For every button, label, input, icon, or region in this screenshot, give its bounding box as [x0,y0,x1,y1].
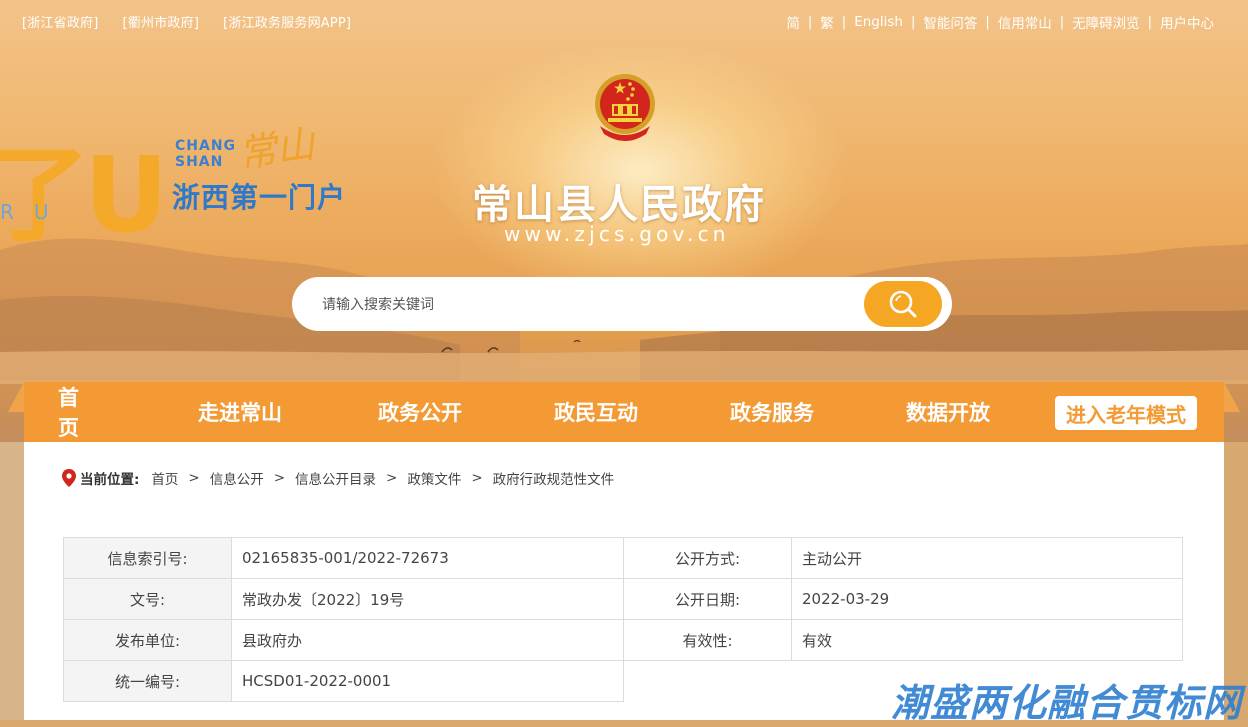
brand-slogan: 浙西第一门户 [172,181,347,214]
divider: | [985,14,990,30]
info-key-unified-number: 统一编号: [63,660,232,702]
breadcrumb-separator: > [273,470,286,486]
info-value-unified-number: HCSD01-2022-0001 [231,660,624,702]
info-value-index: 02165835-001/2022-72673 [231,537,624,579]
info-key-issuer: 发布单位: [63,619,232,661]
info-value-issuer: 县政府办 [231,619,624,661]
breadcrumb: 当前位置: 首页 > 信息公开 > 信息公开目录 > 政策文件 > 政府行政规范… [62,468,614,488]
location-pin-icon [62,469,76,487]
nav-item-about-changshan[interactable]: 走进常山 [148,382,332,442]
breadcrumb-separator: > [471,470,483,486]
breadcrumb-separator: > [188,470,200,486]
brand-sub-letters: RU [0,200,69,224]
birds-decoration [441,340,581,353]
info-key-publish-mode: 公开方式: [623,537,792,579]
top-link-user-center[interactable]: 用户中心 [1160,12,1214,32]
info-value-doc-number: 常政办发〔2022〕19号 [231,578,624,620]
top-link-zhejiang-app[interactable]: [浙江政务服务网APP] [223,12,351,31]
main-nav: 首页 走进常山 政务公开 政民互动 政务服务 数据开放 [24,382,1224,442]
brand-letters: 了U [0,134,168,256]
info-value-publish-date: 2022-03-29 [791,578,1183,620]
info-value-validity: 有效 [791,619,1183,661]
nav-item-home[interactable]: 首页 [24,382,148,442]
nav-item-government-services[interactable]: 政务服务 [684,382,860,442]
breadcrumb-item-home[interactable]: 首页 [151,468,178,488]
table-row: 发布单位: 县政府办 有效性: 有效 [63,619,1183,661]
search-bar [292,277,952,331]
divider: | [841,14,847,30]
table-row: 文号: 常政办发〔2022〕19号 公开日期: 2022-03-29 [63,578,1183,620]
elder-mode-button[interactable]: 进入老年模式 [1055,396,1197,430]
divider: | [1147,14,1152,30]
info-key-publish-date: 公开日期: [623,578,792,620]
top-bar: [浙江省政府] [衢州市政府] [浙江政务服务网APP] 简 | 繁 | Eng… [0,0,1248,40]
breadcrumb-item-policy-docs[interactable]: 政策文件 [407,468,461,488]
nav-item-government-affairs-open[interactable]: 政务公开 [332,382,508,442]
top-link-zhejiang-gov[interactable]: [浙江省政府] [22,12,99,31]
brand-calligraphy: 常山 [235,121,318,177]
breadcrumb-item-normative-docs[interactable]: 政府行政规范性文件 [493,468,615,488]
national-emblem-icon [590,68,660,148]
site-url: www.zjcs.gov.cn [504,222,730,246]
top-link-traditional[interactable]: 繁 [820,12,834,32]
brand-chang-shan: CHANG SHAN [175,138,237,170]
divider: | [910,14,916,30]
search-input[interactable] [320,292,844,318]
info-key-doc-number: 文号: [63,578,232,620]
search-button[interactable] [864,281,942,327]
nav-item-open-data[interactable]: 数据开放 [860,382,1036,442]
breadcrumb-item-info-catalog[interactable]: 信息公开目录 [295,468,376,488]
divider: | [807,14,813,30]
nav-corner-left [8,382,24,412]
top-left-links: [浙江省政府] [衢州市政府] [浙江政务服务网APP] [22,12,351,31]
breadcrumb-separator: > [386,470,398,486]
info-value-publish-mode: 主动公开 [791,537,1183,579]
table-row: 信息索引号: 02165835-001/2022-72673 公开方式: 主动公… [63,537,1183,579]
watermark: 潮盛两化融合贯标网 [890,681,1242,725]
top-right-links: 简 | 繁 | English | 智能问答 | 信用常山 | 无障碍浏览 | … [786,12,1214,32]
top-link-english[interactable]: English [854,14,903,30]
top-link-credit[interactable]: 信用常山 [998,12,1052,32]
divider: | [1059,14,1065,30]
info-key-validity: 有效性: [623,619,792,661]
nav-item-public-interaction[interactable]: 政民互动 [508,382,684,442]
top-link-quzhou-gov[interactable]: [衢州市政府] [123,12,200,31]
info-key-empty [623,660,792,702]
info-key-index: 信息索引号: [63,537,232,579]
top-link-accessibility[interactable]: 无障碍浏览 [1072,12,1140,32]
top-link-smart-qa[interactable]: 智能问答 [923,12,977,32]
breadcrumb-label: 当前位置: [80,472,140,488]
search-icon [889,290,917,318]
breadcrumb-item-info-open[interactable]: 信息公开 [210,468,264,488]
nav-corner-right [1224,382,1240,412]
top-link-simplified[interactable]: 简 [786,12,800,32]
